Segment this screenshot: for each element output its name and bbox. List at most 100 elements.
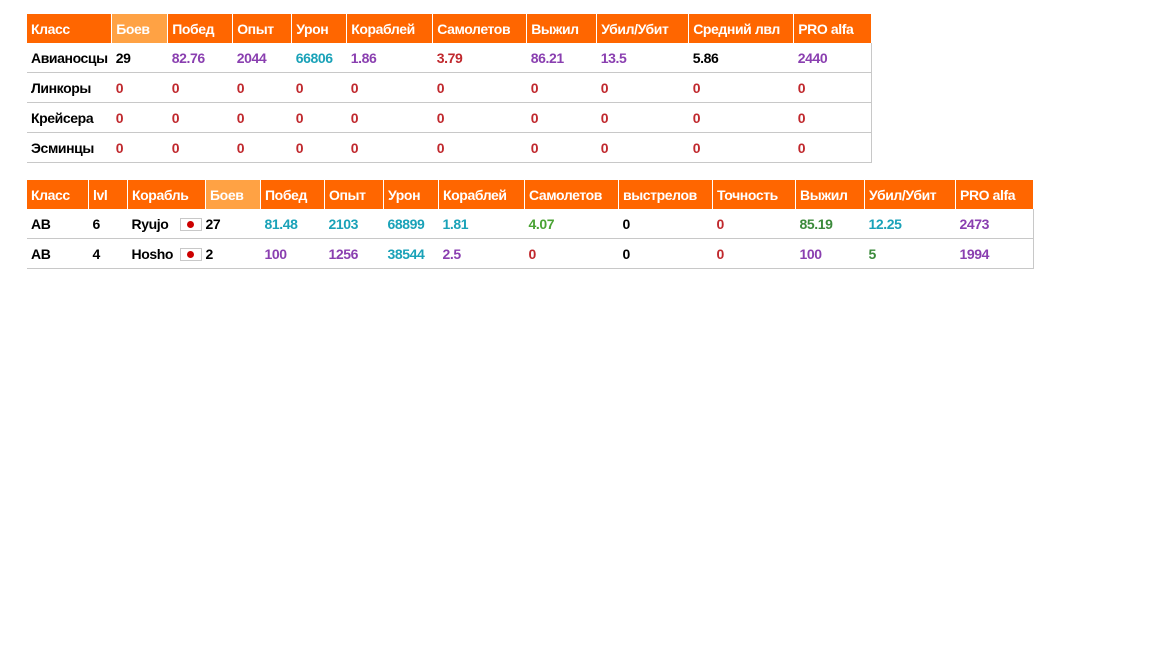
header-kd[interactable]: Убил/Убит [596,14,689,43]
planes-cell: 0 [432,102,527,133]
ships-cell: 2.5 [438,238,525,269]
pro-alfa-cell: 0 [793,132,872,163]
header-class[interactable]: Класс [27,14,112,43]
japan-flag-icon [179,247,202,261]
wins-cell: 0 [167,72,233,103]
header-accuracy[interactable]: Точность [712,180,796,209]
header-exp[interactable]: Опыт [232,14,292,43]
planes-cell: 0 [524,238,619,269]
pro-alfa-cell: 1994 [955,238,1034,269]
header-survived[interactable]: Выжил [795,180,865,209]
survived-cell: 0 [526,102,597,133]
kd-cell: 0 [596,102,689,133]
shots-cell: 0 [618,209,713,239]
class-name: Линкоры [27,72,112,103]
battles-cell: 27 [179,209,261,239]
avg-level-cell: 0 [688,132,794,163]
wins-cell: 81.48 [260,209,325,239]
wins-cell: 100 [260,238,325,269]
battles-cell: 0 [111,102,168,133]
ship-stats-table: Класс lvl Корабль Боев Побед Опыт Урон К… [27,180,1034,269]
kd-cell: 12.25 [864,209,956,239]
table-row: Линкоры 0 0 0 0 0 0 0 0 0 0 [27,72,872,103]
battles-value: 2 [205,245,214,262]
survived-cell: 0 [526,72,597,103]
avg-level-cell: 0 [688,102,794,133]
ships-cell: 1.86 [346,43,433,73]
exp-cell: 2044 [232,43,292,73]
header-ships[interactable]: Кораблей [346,14,433,43]
header-shots[interactable]: выстрелов [618,180,713,209]
damage-cell: 0 [291,72,347,103]
class-name: Крейсера [27,102,112,133]
level-cell: 4 [88,238,128,269]
class-cell: АВ [27,238,89,269]
damage-cell: 0 [291,102,347,133]
header-wins[interactable]: Побед [260,180,325,209]
survived-cell: 0 [526,132,597,163]
planes-cell: 0 [432,132,527,163]
table-row: АВ 4 Hosho 2 100 1256 38544 2.5 0 0 0 10… [27,238,1034,269]
exp-cell: 0 [232,102,292,133]
ship-table-header-row: Класс lvl Корабль Боев Побед Опыт Урон К… [27,180,1033,209]
kd-cell: 5 [864,238,956,269]
header-battles[interactable]: Боев [205,180,261,209]
header-exp[interactable]: Опыт [324,180,384,209]
accuracy-cell: 0 [712,238,796,269]
survived-cell: 85.19 [795,209,865,239]
class-stats-table: Класс Боев Побед Опыт Урон Кораблей Само… [27,14,872,163]
header-survived[interactable]: Выжил [526,14,597,43]
header-pro-alfa[interactable]: PRO alfa [955,180,1033,209]
header-ship[interactable]: Корабль [127,180,206,209]
clipped-text-line [27,283,277,297]
class-name: Авианосцы [27,43,112,73]
table-row: Крейсера 0 0 0 0 0 0 0 0 0 0 [27,102,872,133]
header-battles[interactable]: Боев [111,14,168,43]
kd-cell: 13.5 [596,43,689,73]
ships-cell: 0 [346,102,433,133]
class-table-header-row: Класс Боев Побед Опыт Урон Кораблей Само… [27,14,872,43]
shots-cell: 0 [618,238,713,269]
header-class[interactable]: Класс [27,180,89,209]
kd-cell: 0 [596,72,689,103]
ships-cell: 1.81 [438,209,525,239]
header-pro-alfa[interactable]: PRO alfa [793,14,872,43]
wins-cell: 0 [167,102,233,133]
table-row: АВ 6 Ryujo 27 81.48 2103 68899 1.81 4.07… [27,209,1034,239]
exp-cell: 2103 [324,209,384,239]
table-row: Авианосцы 29 82.76 2044 66806 1.86 3.79 … [27,43,872,73]
wins-cell: 82.76 [167,43,233,73]
exp-cell: 1256 [324,238,384,269]
header-wins[interactable]: Побед [167,14,233,43]
avg-level-cell: 0 [688,72,794,103]
header-damage[interactable]: Урон [383,180,439,209]
header-ships[interactable]: Кораблей [438,180,525,209]
accuracy-cell: 0 [712,209,796,239]
pro-alfa-cell: 0 [793,102,872,133]
table-row: Эсминцы 0 0 0 0 0 0 0 0 0 0 [27,132,872,163]
battles-cell: 29 [111,43,168,73]
planes-cell: 3.79 [432,43,527,73]
battles-cell: 2 [179,238,261,269]
pro-alfa-cell: 2473 [955,209,1034,239]
exp-cell: 0 [232,132,292,163]
pro-alfa-cell: 0 [793,72,872,103]
header-planes[interactable]: Самолетов [432,14,527,43]
header-damage[interactable]: Урон [291,14,347,43]
planes-cell: 0 [432,72,527,103]
battles-value: 27 [205,215,221,232]
class-name: Эсминцы [27,132,112,163]
pro-alfa-cell: 2440 [793,43,872,73]
level-cell: 6 [88,209,128,239]
survived-cell: 100 [795,238,865,269]
damage-cell: 66806 [291,43,347,73]
header-avg-level[interactable]: Средний лвл [688,14,794,43]
damage-cell: 38544 [383,238,439,269]
header-planes[interactable]: Самолетов [524,180,619,209]
kd-cell: 0 [596,132,689,163]
survived-cell: 86.21 [526,43,597,73]
planes-cell: 4.07 [524,209,619,239]
header-kd[interactable]: Убил/Убит [864,180,956,209]
header-level[interactable]: lvl [88,180,128,209]
battles-cell: 0 [111,72,168,103]
